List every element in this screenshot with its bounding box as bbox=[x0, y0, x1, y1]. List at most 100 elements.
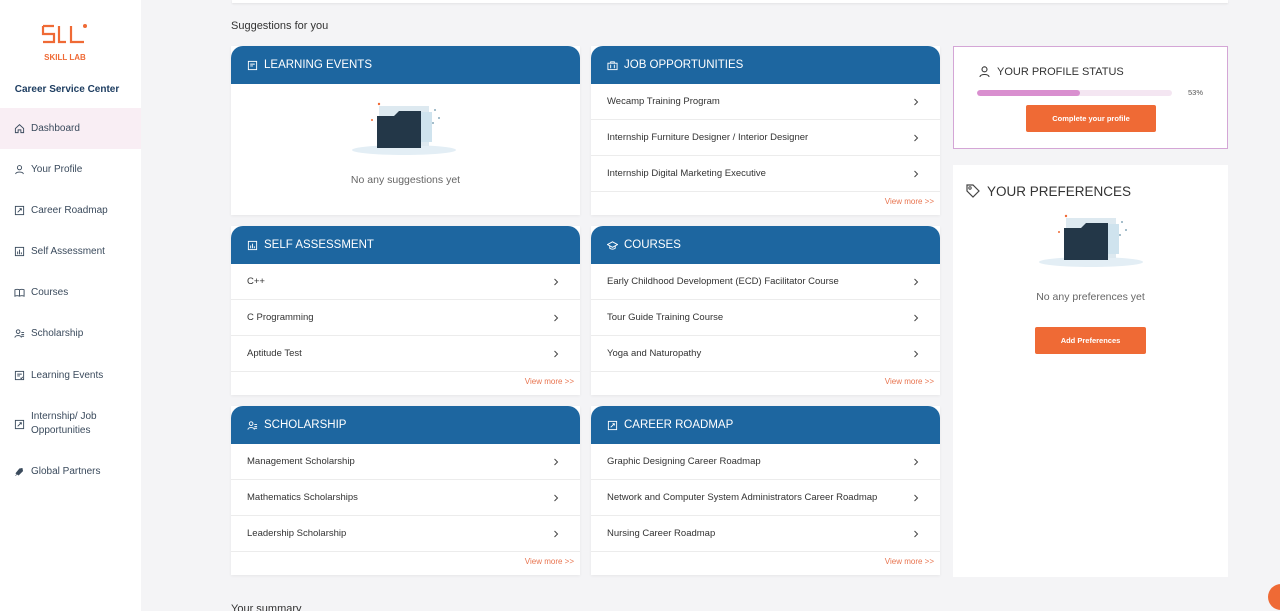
sidebar-item-label: Scholarship bbox=[31, 327, 84, 339]
view-more-link[interactable]: View more >> bbox=[591, 192, 940, 212]
profile-status-card: YOUR PROFILE STATUS 53% Complete your pr… bbox=[953, 46, 1228, 149]
assessment-icon bbox=[247, 240, 258, 250]
skill-lab-logo[interactable]: SKILL LAB bbox=[40, 22, 90, 66]
roadmap-icon bbox=[14, 205, 25, 216]
add-preferences-button[interactable]: Add Preferences bbox=[1035, 327, 1146, 354]
sidebar-item-learning-events[interactable]: Learning Events bbox=[0, 355, 141, 396]
courses-card: COURSES Early Childhood Development (ECD… bbox=[591, 226, 940, 395]
sidebar-item-label: Courses bbox=[31, 286, 69, 298]
suggestions-title: Suggestions for you bbox=[231, 20, 329, 32]
events-icon bbox=[247, 60, 258, 70]
roadmap-icon bbox=[607, 420, 618, 430]
career-roadmap-card: CAREER ROADMAP Graphic Designing Career … bbox=[591, 406, 940, 575]
card-title: SELF ASSESSMENT bbox=[264, 239, 374, 251]
profile-percent: 53% bbox=[1187, 88, 1203, 97]
chevron-right-icon bbox=[914, 170, 919, 177]
sidebar-item-scholarship[interactable]: Scholarship bbox=[0, 313, 141, 354]
list-item-label: Wecamp Training Program bbox=[607, 96, 720, 107]
briefcase-icon bbox=[607, 60, 618, 70]
user-icon bbox=[979, 66, 990, 78]
list-item[interactable]: Network and Computer System Administrato… bbox=[591, 480, 940, 516]
list-item[interactable]: Tour Guide Training Course bbox=[591, 300, 940, 336]
sidebar-item-dashboard[interactable]: Dashboard bbox=[0, 108, 141, 149]
list-item[interactable]: Management Scholarship bbox=[231, 444, 580, 480]
profile-progress-fill bbox=[977, 90, 1081, 96]
career-roadmap-header: CAREER ROADMAP bbox=[591, 406, 940, 444]
list-item-label: Early Childhood Development (ECD) Facili… bbox=[607, 276, 839, 287]
chevron-right-icon bbox=[914, 98, 919, 105]
list-item[interactable]: Internship Furniture Designer / Interior… bbox=[591, 120, 940, 156]
sidebar-item-label: Global Partners bbox=[31, 465, 101, 477]
book-icon bbox=[14, 288, 25, 297]
chevron-right-icon bbox=[914, 314, 919, 321]
list-item[interactable]: Graphic Designing Career Roadmap bbox=[591, 444, 940, 480]
events-icon bbox=[14, 370, 25, 381]
learning-events-header: LEARNING EVENTS bbox=[231, 46, 580, 84]
complete-profile-button[interactable]: Complete your profile bbox=[1026, 105, 1156, 132]
scholarship-header: SCHOLARSHIP bbox=[231, 406, 580, 444]
view-more-link[interactable]: View more >> bbox=[231, 552, 580, 572]
handshake-icon bbox=[15, 467, 24, 476]
list-item-label: Tour Guide Training Course bbox=[607, 312, 724, 323]
list-item[interactable]: C Programming bbox=[231, 300, 580, 336]
sidebar: SKILL LAB Career Service Center Dashboar… bbox=[0, 0, 141, 611]
learning-events-card: LEARNING EVENTS No any suggestions yet bbox=[231, 46, 580, 215]
list-item[interactable]: Leadership Scholarship bbox=[231, 516, 580, 552]
list-item[interactable]: Nursing Career Roadmap bbox=[591, 516, 940, 552]
floating-action-button[interactable] bbox=[1268, 584, 1280, 610]
list-item-label: Nursing Career Roadmap bbox=[607, 528, 716, 539]
list-item[interactable]: Aptitude Test bbox=[231, 336, 580, 372]
chevron-right-icon bbox=[554, 530, 559, 537]
sidebar-item-courses[interactable]: Courses bbox=[0, 272, 141, 313]
list-item-label: C++ bbox=[247, 276, 265, 287]
top-bar bbox=[232, 0, 1228, 3]
sidebar-item-career-roadmap[interactable]: Career Roadmap bbox=[0, 190, 141, 231]
courses-header: COURSES bbox=[591, 226, 940, 264]
user-icon bbox=[15, 165, 24, 175]
card-title: LEARNING EVENTS bbox=[264, 59, 372, 71]
view-more-link[interactable]: View more >> bbox=[591, 552, 940, 572]
chevron-right-icon bbox=[914, 278, 919, 285]
preferences-card: YOUR PREFERENCES No any preferences yet … bbox=[953, 165, 1228, 577]
list-item-label: Yoga and Naturopathy bbox=[607, 348, 702, 359]
chevron-right-icon bbox=[914, 458, 919, 465]
chevron-right-icon bbox=[554, 458, 559, 465]
view-more-link[interactable]: View more >> bbox=[231, 372, 580, 392]
profile-status-title: YOUR PROFILE STATUS bbox=[978, 65, 1124, 78]
list-item[interactable]: Internship Digital Marketing Executive bbox=[591, 156, 940, 192]
sidebar-item-label: Career Roadmap bbox=[31, 204, 108, 216]
list-item[interactable]: Wecamp Training Program bbox=[591, 84, 940, 120]
scholarship-icon bbox=[14, 329, 25, 338]
sidebar-item-label: Internship/ Job Opportunities bbox=[31, 411, 97, 436]
list-item-label: Internship Digital Marketing Executive bbox=[607, 168, 766, 179]
briefcase-icon bbox=[14, 419, 25, 429]
self-assessment-card: SELF ASSESSMENT C++ C Programming Aptitu… bbox=[231, 226, 580, 395]
list-item[interactable]: Mathematics Scholarships bbox=[231, 480, 580, 516]
sidebar-item-internship-jobs[interactable]: Internship/ Job Opportunities bbox=[0, 401, 141, 447]
brand-title: Career Service Center bbox=[14, 84, 120, 95]
graduation-cap-icon bbox=[607, 240, 618, 250]
list-item[interactable]: Yoga and Naturopathy bbox=[591, 336, 940, 372]
profile-status-label: YOUR PROFILE STATUS bbox=[997, 65, 1124, 78]
list-item-label: Aptitude Test bbox=[247, 348, 302, 359]
chevron-right-icon bbox=[554, 494, 559, 501]
sidebar-item-global-partners[interactable]: Global Partners bbox=[0, 451, 141, 492]
chevron-right-icon bbox=[554, 314, 559, 321]
sidebar-item-label: Your Profile bbox=[31, 163, 83, 175]
card-title: COURSES bbox=[624, 239, 681, 251]
chevron-right-icon bbox=[914, 494, 919, 501]
empty-state-text: No any suggestions yet bbox=[350, 174, 461, 186]
scholarship-card: SCHOLARSHIP Management Scholarship Mathe… bbox=[231, 406, 580, 575]
sidebar-item-your-profile[interactable]: Your Profile bbox=[0, 149, 141, 190]
empty-state-text: No any preferences yet bbox=[1036, 291, 1145, 303]
home-icon bbox=[14, 124, 25, 134]
sidebar-item-label: Dashboard bbox=[31, 122, 80, 134]
card-title: CAREER ROADMAP bbox=[624, 419, 734, 431]
list-item[interactable]: Early Childhood Development (ECD) Facili… bbox=[591, 264, 940, 300]
summary-title: Your summary bbox=[231, 603, 302, 611]
sidebar-item-self-assessment[interactable]: Self Assessment bbox=[0, 231, 141, 272]
view-more-link[interactable]: View more >> bbox=[591, 372, 940, 392]
preferences-title: YOUR PREFERENCES bbox=[965, 183, 1131, 199]
job-opportunities-header: JOB OPPORTUNITIES bbox=[591, 46, 940, 84]
list-item[interactable]: C++ bbox=[231, 264, 580, 300]
